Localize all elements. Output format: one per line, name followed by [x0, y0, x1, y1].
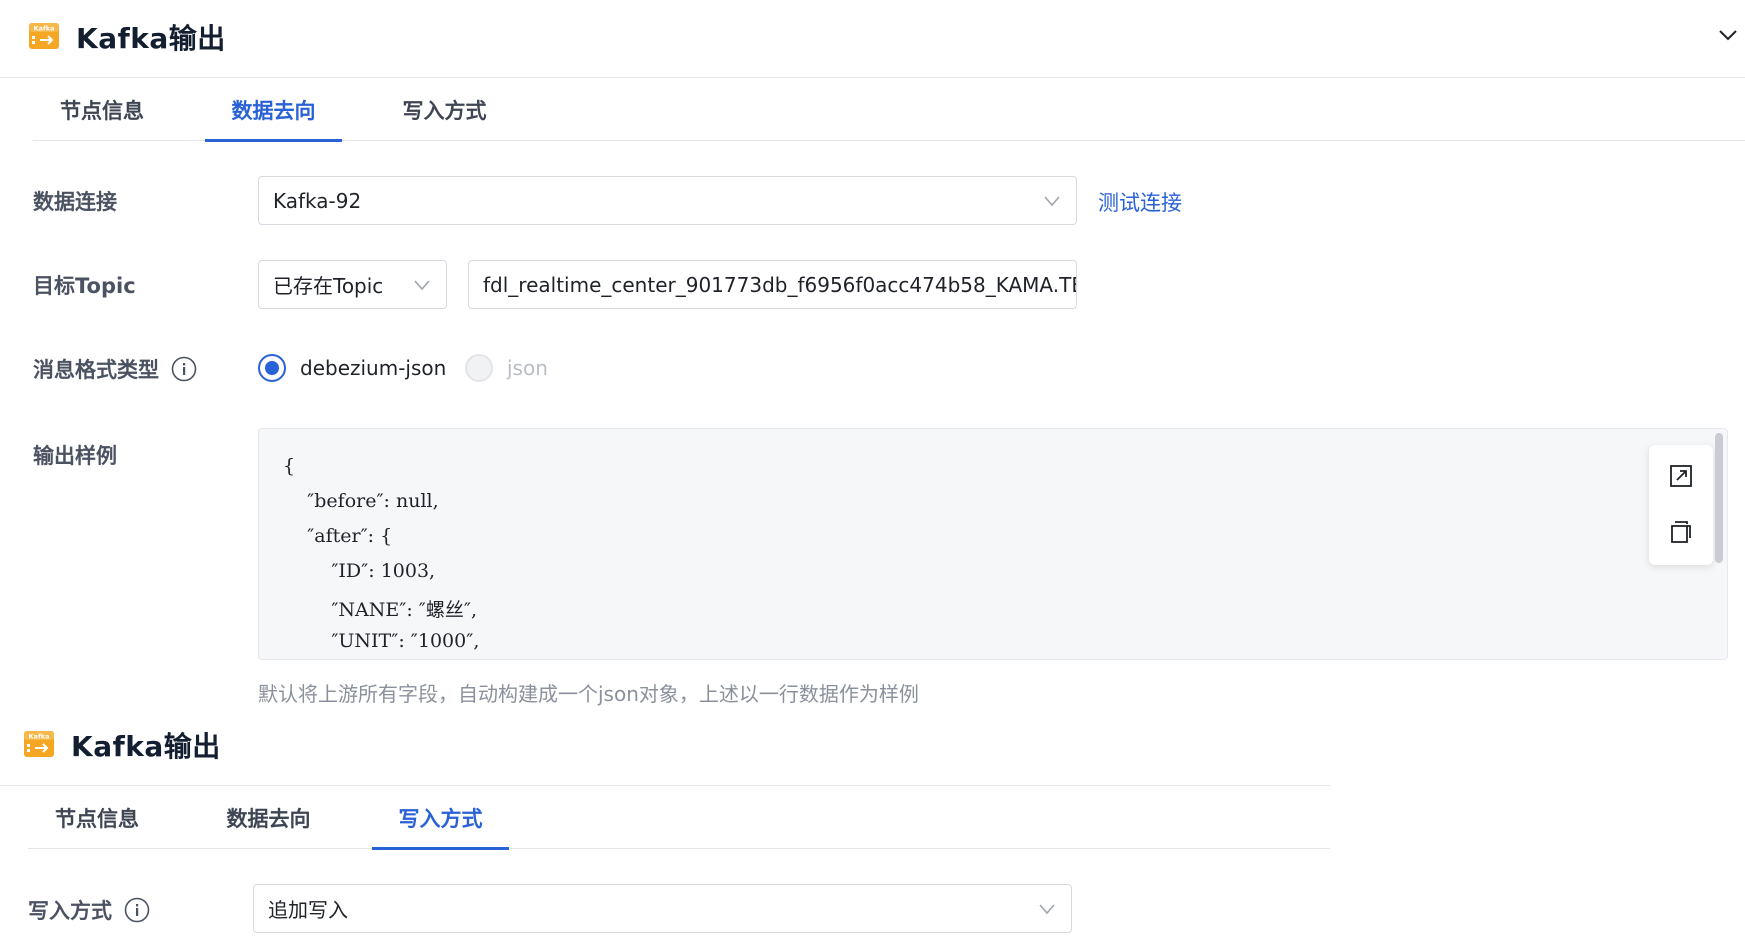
- radio-checked-icon: [258, 354, 286, 382]
- target-topic-label: 目标Topic: [33, 270, 136, 300]
- test-connection-link[interactable]: 测试连接: [1098, 187, 1182, 217]
- data-connection-label-text: 数据连接: [33, 190, 117, 214]
- code-line: ″NANE″: ″螺丝″,: [283, 599, 478, 621]
- radio-debezium-json-label: debezium-json: [300, 356, 447, 380]
- write-mode-label: 写入方式: [28, 895, 150, 925]
- svg-text:Kafka: Kafka: [34, 25, 55, 33]
- code-line: ″before″: null,: [283, 490, 439, 512]
- message-format-label: 消息格式类型: [33, 354, 197, 384]
- code-line: ″after″: {: [283, 525, 393, 547]
- code-toolbar: [1649, 445, 1713, 565]
- chevron-down-icon: [1037, 899, 1057, 919]
- panel-title: Kafka输出: [71, 730, 221, 763]
- write-mode-value: 追加写入: [268, 898, 348, 922]
- radio-json: json: [465, 354, 548, 382]
- code-line: ″ID″: 1003,: [283, 560, 436, 582]
- code-scrollbar[interactable]: [1715, 433, 1723, 563]
- kafka-logo-icon: Kafka: [28, 20, 60, 52]
- chevron-down-icon[interactable]: [1716, 23, 1740, 47]
- info-icon[interactable]: [124, 897, 150, 923]
- radio-debezium-json[interactable]: debezium-json: [258, 354, 446, 382]
- tab-data-destination[interactable]: 数据去向: [200, 786, 337, 849]
- data-connection-value: Kafka-92: [273, 188, 362, 213]
- output-sample-label: 输出样例: [33, 440, 117, 470]
- tab-write-mode[interactable]: 写入方式: [376, 78, 513, 141]
- kafka-output-panel-destination: Kafka Kafka输出 节点信息 数据去向 写入方式 数据连接 Kafka-…: [0, 0, 1745, 710]
- expand-icon[interactable]: [1668, 463, 1694, 489]
- panel-header: Kafka Kafka输出: [0, 710, 1330, 786]
- data-connection-select[interactable]: Kafka-92: [258, 176, 1077, 225]
- tab-bar: 节点信息 数据去向 写入方式: [33, 78, 1745, 142]
- chevron-down-icon: [1042, 191, 1062, 211]
- target-topic-label-text: 目标Topic: [33, 274, 136, 298]
- output-sample-hint: 默认将上游所有字段，自动构建成一个json对象，上述以一行数据作为样例: [258, 682, 919, 706]
- message-format-label-text: 消息格式类型: [33, 358, 159, 382]
- tab-write-mode[interactable]: 写入方式: [372, 786, 509, 850]
- radio-unchecked-icon: [465, 354, 493, 382]
- output-sample-label-text: 输出样例: [33, 444, 117, 468]
- svg-text:Kafka: Kafka: [29, 733, 50, 741]
- data-connection-label: 数据连接: [33, 186, 117, 216]
- topic-mode-value: 已存在Topic: [273, 274, 384, 298]
- topic-mode-select[interactable]: 已存在Topic: [258, 260, 447, 309]
- code-line: ″UNIT″: ″1000″,: [283, 630, 480, 652]
- tab-node-info[interactable]: 节点信息: [28, 786, 166, 849]
- chevron-down-icon: [412, 275, 432, 295]
- info-icon[interactable]: [171, 356, 197, 382]
- write-mode-label-text: 写入方式: [28, 899, 112, 923]
- radio-json-label: json: [507, 356, 548, 380]
- write-mode-select[interactable]: 追加写入: [253, 884, 1072, 933]
- kafka-logo-icon: Kafka: [23, 728, 55, 760]
- panel-header: Kafka Kafka输出: [0, 0, 1745, 78]
- tab-bar: 节点信息 数据去向 写入方式: [28, 786, 1330, 850]
- kafka-output-panel-write-mode: Kafka Kafka输出 节点信息 数据去向 写入方式 写入方式 追加写入: [0, 710, 1330, 945]
- tab-node-info[interactable]: 节点信息: [33, 78, 171, 141]
- code-line: {: [283, 455, 296, 477]
- output-sample-code-box[interactable]: { ″before″: null, ″after″: { ″ID″: 1003,…: [258, 428, 1728, 660]
- tab-data-destination[interactable]: 数据去向: [205, 78, 342, 142]
- topic-name-input[interactable]: fdl_realtime_center_901773db_f6956f0acc4…: [468, 260, 1077, 309]
- panel-title: Kafka输出: [76, 22, 226, 55]
- copy-icon[interactable]: [1668, 519, 1694, 545]
